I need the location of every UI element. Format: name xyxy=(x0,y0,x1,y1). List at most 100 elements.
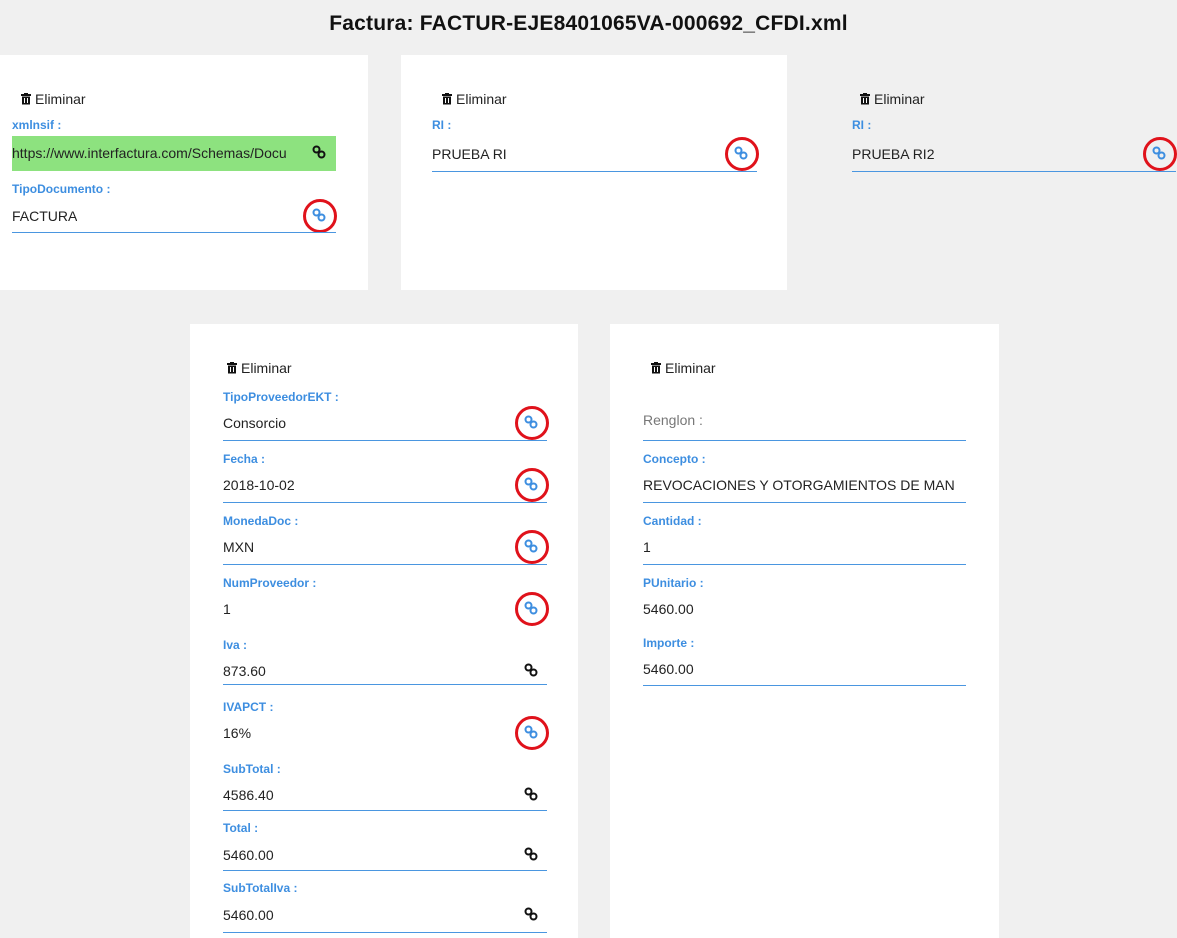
link-button[interactable] xyxy=(515,716,549,750)
field-value[interactable]: 16% xyxy=(223,725,251,741)
link-button[interactable] xyxy=(515,592,549,626)
delete-button[interactable]: Eliminar xyxy=(226,360,292,376)
field-label: Iva : xyxy=(223,638,248,652)
field-underline xyxy=(223,684,547,685)
field-value[interactable]: 5460.00 xyxy=(223,847,274,863)
field-label: RI : xyxy=(432,118,452,132)
field-value[interactable]: Consorcio xyxy=(223,415,286,431)
field-label: NumProveedor : xyxy=(223,576,317,590)
link-icon xyxy=(524,663,538,677)
link-icon xyxy=(524,477,538,491)
delete-button[interactable]: Eliminar xyxy=(441,91,507,107)
link-icon xyxy=(312,145,326,159)
link-button[interactable] xyxy=(524,907,538,921)
field-underline xyxy=(223,440,547,441)
card-ri2: Eliminar RI : PRUEBA RI2 xyxy=(818,55,1177,290)
field-label: xmlnsif : xyxy=(12,118,62,132)
field-value[interactable]: 1 xyxy=(643,539,651,555)
field-label: Concepto : xyxy=(643,452,706,466)
card-ri: Eliminar RI : PRUEBA RI xyxy=(401,55,787,290)
field-underline xyxy=(852,171,1176,172)
field-label: SubTotal : xyxy=(223,762,281,776)
field-label: Renglon : xyxy=(643,412,703,428)
field-label: PUnitario : xyxy=(643,576,704,590)
field-value[interactable]: PRUEBA RI2 xyxy=(852,146,934,162)
delete-label: Eliminar xyxy=(456,91,507,107)
field-numproveedor: NumProveedor : 1 xyxy=(223,576,549,628)
field-value[interactable]: 5460.00 xyxy=(643,661,694,677)
field-monedadoc: MonedaDoc : MXN xyxy=(223,514,549,566)
field-value[interactable]: 2018-10-02 xyxy=(223,477,295,493)
link-button[interactable] xyxy=(1143,137,1177,171)
field-value[interactable]: 4586.40 xyxy=(223,787,274,803)
link-button[interactable] xyxy=(524,663,538,677)
field-ivapct: IVAPCT : 16% xyxy=(223,700,549,752)
delete-label: Eliminar xyxy=(874,91,925,107)
field-total: Total : 5460.00 xyxy=(223,821,547,873)
field-underline xyxy=(223,564,547,565)
field-ri: RI : PRUEBA RI2 xyxy=(852,118,1177,174)
field-underline xyxy=(643,685,966,686)
link-icon xyxy=(312,208,326,222)
link-icon xyxy=(734,146,748,160)
link-button[interactable] xyxy=(725,137,759,171)
delete-button[interactable]: Eliminar xyxy=(20,91,86,107)
link-button[interactable] xyxy=(303,199,337,233)
field-underline xyxy=(223,810,547,811)
field-label: RI : xyxy=(852,118,872,132)
field-underline xyxy=(12,232,336,233)
link-icon xyxy=(524,539,538,553)
card-xml-namespace: Eliminar xmlnsif : https://www.interfact… xyxy=(0,55,368,290)
field-value[interactable]: PRUEBA RI xyxy=(432,146,507,162)
field-value[interactable]: REVOCACIONES Y OTORGAMIENTOS DE MAN xyxy=(643,477,966,493)
field-underline xyxy=(432,171,757,172)
field-subtotal: SubTotal : 4586.40 xyxy=(223,762,547,814)
field-underline xyxy=(643,564,966,565)
field-value[interactable]: 5460.00 xyxy=(643,601,694,617)
field-label: TipoProveedorEKT : xyxy=(223,390,339,404)
field-label: IVAPCT : xyxy=(223,700,274,714)
field-fecha: Fecha : 2018-10-02 xyxy=(223,452,549,504)
link-icon xyxy=(524,415,538,429)
link-button[interactable] xyxy=(515,406,549,440)
trash-icon xyxy=(860,93,870,105)
field-underline xyxy=(223,870,547,871)
link-button[interactable] xyxy=(524,787,538,801)
field-value[interactable]: MXN xyxy=(223,539,254,555)
trash-icon xyxy=(227,362,237,374)
page-title: Factura: FACTUR-EJE8401065VA-000692_CFDI… xyxy=(329,12,848,35)
delete-button[interactable]: Eliminar xyxy=(650,360,716,376)
trash-icon xyxy=(21,93,31,105)
field-value[interactable]: 1 xyxy=(223,601,231,617)
field-renglon: Renglon : xyxy=(643,412,966,442)
link-icon xyxy=(524,787,538,801)
field-label: TipoDocumento : xyxy=(12,182,111,196)
field-cantidad: Cantidad : 1 xyxy=(643,514,966,566)
trash-icon xyxy=(442,93,452,105)
field-tipodocumento: TipoDocumento : FACTURA xyxy=(12,182,337,236)
field-underline xyxy=(643,502,966,503)
field-subtotaliva: SubTotalIva : 5460.00 xyxy=(223,881,547,935)
card-concepto: Eliminar Renglon : Concepto : REVOCACION… xyxy=(610,324,999,938)
field-value[interactable]: 5460.00 xyxy=(223,907,274,923)
field-label: Total : xyxy=(223,821,259,835)
link-icon xyxy=(524,847,538,861)
field-label: SubTotalIva : xyxy=(223,881,298,895)
link-button[interactable] xyxy=(524,847,538,861)
link-button[interactable] xyxy=(515,468,549,502)
field-value[interactable]: https://www.interfactura.com/Schemas/Doc… xyxy=(12,145,312,161)
delete-button[interactable]: Eliminar xyxy=(859,91,925,107)
link-button[interactable] xyxy=(312,145,326,159)
delete-label: Eliminar xyxy=(35,91,86,107)
field-value[interactable]: 873.60 xyxy=(223,663,266,679)
field-ri: RI : PRUEBA RI xyxy=(432,118,759,174)
delete-label: Eliminar xyxy=(241,360,292,376)
field-underline xyxy=(643,440,966,441)
field-xmlnsif: xmlnsif : https://www.interfactura.com/S… xyxy=(12,118,336,174)
field-punitario: PUnitario : 5460.00 xyxy=(643,576,966,628)
trash-icon xyxy=(651,362,661,374)
field-value[interactable]: FACTURA xyxy=(12,208,77,224)
card-proveedor: Eliminar TipoProveedorEKT : Consorcio Fe… xyxy=(190,324,578,938)
field-label: Importe : xyxy=(643,636,695,650)
link-button[interactable] xyxy=(515,530,549,564)
